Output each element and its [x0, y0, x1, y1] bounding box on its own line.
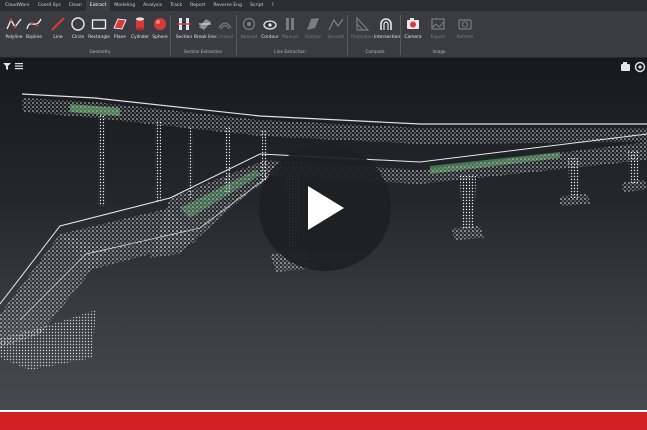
- orbit-icon[interactable]: [620, 61, 632, 73]
- menu-script[interactable]: Script: [246, 0, 267, 11]
- rectangle-icon: [91, 19, 107, 30]
- ribbon-separator: [170, 15, 171, 55]
- sphere-icon: [154, 18, 166, 30]
- export-icon: [431, 18, 445, 30]
- menu-track[interactable]: Track: [166, 0, 186, 11]
- menu-clean[interactable]: Clean: [65, 0, 86, 11]
- brand-footer-stripe: [0, 410, 647, 430]
- bridge-pier: [568, 158, 580, 198]
- intersection-icon: [380, 18, 392, 30]
- menu-analysis[interactable]: Analysis: [139, 0, 166, 11]
- column: [98, 114, 105, 206]
- refresh-tool[interactable]: Refresh: [453, 16, 477, 40]
- menu-extract[interactable]: Extract: [85, 0, 111, 11]
- pier-base: [622, 180, 646, 192]
- walk-icon[interactable]: [634, 61, 646, 73]
- cylinder-icon: [136, 17, 144, 31]
- pier-base: [452, 226, 484, 240]
- pier-base: [560, 194, 590, 206]
- brand-red-bar: [0, 412, 647, 430]
- nearest-icon: [242, 17, 256, 31]
- ribbon-separator: [347, 15, 348, 55]
- outline-icon: [307, 18, 319, 30]
- smooth-icon: [328, 18, 344, 31]
- projection-tool[interactable]: Projection: [350, 16, 374, 40]
- group-section-extraction: Section Extraction: [183, 49, 223, 54]
- projection-icon: [356, 16, 370, 31]
- column: [155, 120, 161, 202]
- group-compute: Compute: [365, 49, 385, 54]
- circle-icon: [71, 17, 85, 31]
- intersection-tool[interactable]: Intersection: [374, 16, 400, 40]
- menu-cloudworx[interactable]: CloudWorx: [1, 0, 34, 11]
- contour-icon: [218, 22, 232, 30]
- menu-help[interactable]: ?: [267, 0, 277, 11]
- manual-icon: [286, 18, 294, 30]
- smooth-tool[interactable]: Smooth: [324, 16, 348, 40]
- hamburger-menu-icon[interactable]: [14, 61, 24, 71]
- filter-icon[interactable]: [2, 61, 12, 71]
- 3d-viewport[interactable]: [0, 58, 647, 410]
- group-geometry: Geometry: [89, 49, 111, 54]
- viewport-toolbar: [0, 58, 647, 74]
- export-tool[interactable]: Export: [426, 16, 450, 40]
- sphere-tool[interactable]: Sphere: [148, 16, 172, 40]
- outline-tool[interactable]: Outline: [301, 16, 325, 40]
- polyline-icon: [6, 18, 22, 30]
- bspline-tool[interactable]: Bspline: [22, 16, 46, 40]
- group-image: Image: [432, 49, 446, 54]
- video-play-button[interactable]: [259, 145, 391, 271]
- contour-tool[interactable]: Contour: [213, 16, 237, 40]
- refresh-icon: [458, 19, 472, 30]
- ribbon-toolbar: Polyline Bspline Line Circle Rectangle P…: [0, 11, 647, 58]
- bridge-pier: [460, 176, 476, 228]
- camera-tool[interactable]: Camera: [401, 16, 425, 40]
- menu-report[interactable]: Report: [186, 0, 209, 11]
- line-icon: [51, 17, 65, 31]
- menu-bar: CloudWorx Coord Sys Clean Extract Modeli…: [0, 0, 647, 11]
- plane-icon: [113, 18, 127, 30]
- manual-tool[interactable]: Manual: [278, 16, 302, 40]
- play-icon: [308, 186, 344, 230]
- contour-extract-icon: [263, 20, 277, 30]
- break-line-icon: [199, 19, 211, 30]
- menu-reverse-eng[interactable]: Reverse Eng: [209, 0, 246, 11]
- section-icon: [177, 18, 191, 30]
- upper-walkway: [22, 98, 647, 144]
- bridge-pier: [628, 150, 640, 184]
- camera-icon: [407, 18, 419, 29]
- group-line-extraction: Line Extraction: [274, 49, 306, 54]
- menu-modeling[interactable]: Modeling: [110, 0, 139, 11]
- bspline-icon: [26, 18, 42, 30]
- menu-coord-sys[interactable]: Coord Sys: [34, 0, 65, 11]
